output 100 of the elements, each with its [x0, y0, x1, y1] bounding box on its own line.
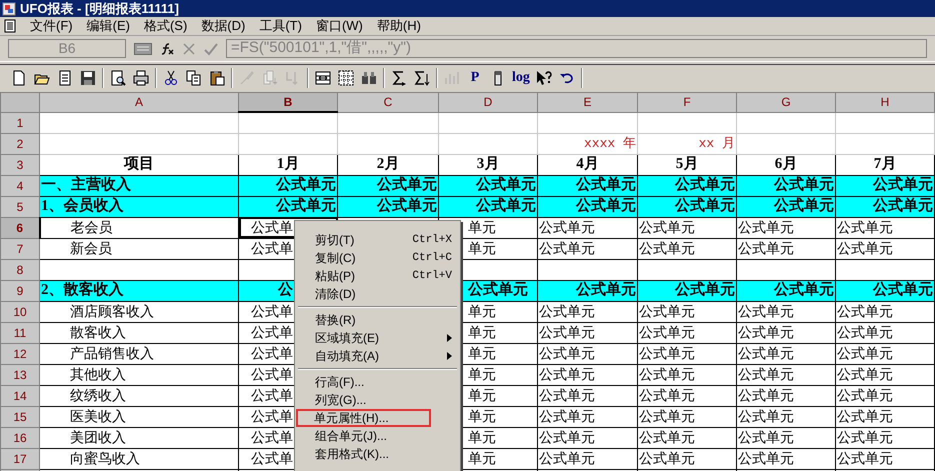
- table-cell: 公式单: [251, 428, 293, 447]
- table-cell: 公式单元: [639, 365, 695, 384]
- menu-item[interactable]: 替换(R): [297, 311, 458, 329]
- row-header[interactable]: 1: [16, 116, 24, 130]
- document-icon[interactable]: [4, 19, 16, 33]
- column-header[interactable]: G: [781, 95, 791, 110]
- menu-item[interactable]: 列宽(G)...: [297, 391, 458, 409]
- table-cell: 5月: [676, 155, 698, 174]
- table-cell: 公式单元: [774, 281, 834, 300]
- menu-item[interactable]: 编辑(E): [86, 16, 130, 36]
- table-cell: 公式单: [251, 239, 293, 258]
- table-cell: 1月: [276, 155, 300, 174]
- menu-item[interactable]: 区域填充(E): [297, 329, 458, 347]
- column-header[interactable]: E: [583, 95, 592, 110]
- table-cell: 公式单元: [639, 386, 695, 405]
- menu-item[interactable]: 剪切(T) Ctrl+X: [297, 231, 458, 249]
- table-cell: 2、散客收入: [41, 281, 124, 300]
- menu-item[interactable]: 窗口(W): [316, 16, 363, 36]
- menu-item[interactable]: 组合单元(J)...: [297, 427, 458, 445]
- row-header[interactable]: 4: [16, 178, 24, 192]
- table-cell: 公式单元: [576, 197, 636, 216]
- copy-icon[interactable]: [185, 68, 203, 88]
- menu-item[interactable]: 行高(F)...: [297, 373, 458, 391]
- menu-item[interactable]: 数据(D): [201, 16, 246, 36]
- app-icon: [2, 2, 16, 16]
- menu-item[interactable]: 粘贴(P) Ctrl+V: [297, 267, 458, 285]
- menu-item[interactable]: 格式(S): [144, 16, 188, 36]
- table-cell-text: xxxx 年: [584, 135, 636, 153]
- menu-item[interactable]: 帮助(H): [376, 16, 421, 36]
- table-cell: 公式单元: [377, 176, 437, 195]
- table-cell: 公式单元: [576, 176, 636, 195]
- table-cell: 单元: [468, 428, 496, 447]
- menu-item[interactable]: 文件(F): [30, 16, 73, 36]
- menu-item[interactable]: 工具(T): [259, 16, 302, 36]
- printer-icon[interactable]: [132, 68, 150, 88]
- row-header[interactable]: 9: [16, 284, 24, 298]
- column-header[interactable]: F: [683, 95, 691, 110]
- table-cell: 新会员: [70, 239, 112, 258]
- table-cell: 纹绣收入: [70, 386, 126, 405]
- table-cell: 公式单元: [276, 197, 336, 216]
- shortcut-label: Ctrl+V: [412, 268, 452, 284]
- column-header[interactable]: B: [284, 95, 292, 109]
- table-cell: 公式单元: [476, 197, 536, 216]
- table-cell: 公式单元: [837, 344, 893, 363]
- table-cell: 公式单元: [738, 407, 794, 426]
- row-header[interactable]: 8: [16, 262, 24, 276]
- table-cell: 公式单元: [539, 323, 595, 342]
- table-cell: 公式单元: [837, 449, 893, 468]
- table-cell: 公式单元: [539, 407, 595, 426]
- table-cell: 1、会员收入: [41, 197, 124, 216]
- shortcut-label: Ctrl+C: [412, 250, 452, 266]
- column-header[interactable]: C: [384, 95, 392, 110]
- table-cell: 项目: [124, 155, 154, 174]
- row-header[interactable]: 3: [16, 158, 24, 172]
- row-header[interactable]: 7: [16, 242, 24, 256]
- function-icon[interactable]: [160, 42, 174, 56]
- table-cell: 公式单元: [639, 344, 695, 363]
- column-header[interactable]: A: [134, 95, 143, 110]
- grid-lines-icon[interactable]: [337, 68, 355, 88]
- row-header[interactable]: 6: [16, 220, 24, 234]
- row-header[interactable]: 5: [16, 200, 24, 214]
- table-cell: 公式单: [251, 344, 293, 363]
- table-cell: 公式单: [251, 407, 293, 426]
- table-cell: 3月: [476, 155, 500, 174]
- table-cell: 公式单元: [576, 281, 636, 300]
- menu-item[interactable]: 复制(C) Ctrl+C: [297, 249, 458, 267]
- table-cell: 公式单元: [639, 218, 695, 237]
- table-cell: 公式单元: [675, 197, 735, 216]
- row-header[interactable]: 2: [16, 136, 24, 150]
- table-cell: 公式单元: [675, 281, 735, 300]
- table-cell: 公式单元: [873, 281, 933, 300]
- menu-item[interactable]: 套用格式(K)...: [297, 445, 458, 463]
- table-cell: 一、主营收入: [41, 176, 131, 195]
- table-cell: 公式单: [251, 218, 293, 237]
- table-cell: 公式单元: [539, 449, 595, 468]
- table-cell: 公式单元: [539, 218, 595, 237]
- table-cell: 公式单元: [837, 218, 893, 237]
- table-cell: 公式单元: [738, 302, 794, 321]
- magnifier-page-icon[interactable]: [109, 68, 127, 88]
- table-cell: 美团收入: [70, 428, 126, 447]
- table-cell: 公式单元: [873, 176, 933, 195]
- column-header[interactable]: D: [484, 95, 492, 110]
- column-header[interactable]: H: [880, 95, 890, 110]
- table-cell: 公式单元: [738, 323, 794, 342]
- table-cell: 公式单元: [738, 428, 794, 447]
- table-cell: 单元: [468, 323, 496, 342]
- menu-item[interactable]: 自动填充(A): [297, 347, 458, 365]
- table-cell: 公式单元: [837, 323, 893, 342]
- table-cell: 公式单元: [738, 344, 794, 363]
- table-cell: 公式单元: [738, 218, 794, 237]
- table-cell: 公式单元: [837, 239, 893, 258]
- toolbar-button[interactable]: log: [512, 68, 530, 88]
- table-cell: 公式单元: [675, 176, 735, 195]
- table-cell: 其他收入: [70, 365, 126, 384]
- toolbar-button[interactable]: P: [466, 68, 484, 88]
- menu-item[interactable]: 清除(D): [297, 285, 458, 303]
- table-cell: 公: [278, 281, 293, 300]
- menu-item[interactable]: 单元属性(H)...: [296, 409, 431, 427]
- keyboard-icon[interactable]: [134, 42, 152, 54]
- table-cell: 公式单元: [837, 386, 893, 405]
